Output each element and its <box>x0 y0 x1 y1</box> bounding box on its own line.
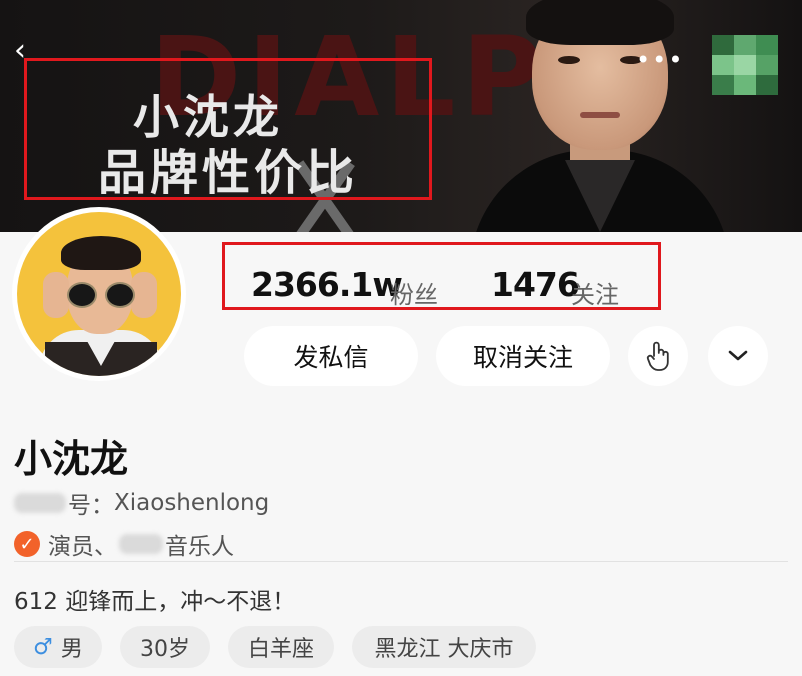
banner-portrait <box>470 0 730 232</box>
fans-count[interactable]: 2366.1w <box>251 265 403 304</box>
verified-check-icon: ✓ <box>14 531 40 557</box>
verify-right: 音乐人 <box>165 534 234 560</box>
tag-zodiac[interactable]: 白羊座 <box>228 626 334 668</box>
expand-button[interactable] <box>708 326 768 386</box>
send-message-button[interactable]: 发私信 <box>244 326 418 386</box>
stats-highlight: 2366.1w 粉丝 1476 关注 <box>222 242 661 310</box>
tag-location[interactable]: 黑龙江 大庆市 <box>352 626 536 668</box>
mosaic-icon <box>712 35 778 95</box>
fans-label[interactable]: 粉丝 <box>390 275 438 310</box>
profile-banner: DIALP ‹ ••• 小沈龙 品牌性价比 <box>0 0 802 232</box>
blurred-text <box>119 534 163 554</box>
blurred-text <box>14 493 66 513</box>
more-icon[interactable]: ••• <box>636 48 684 72</box>
male-icon: ♂ <box>33 634 53 660</box>
hand-tap-icon <box>646 341 669 371</box>
banner-title-line2: 品牌性价比 <box>97 145 358 201</box>
profile-bio: 612 迎锋而上，冲～不退！ <box>14 589 296 615</box>
avatar[interactable] <box>17 212 181 376</box>
following-label[interactable]: 关注 <box>571 275 619 310</box>
tag-gender[interactable]: ♂ 男 <box>14 626 102 668</box>
tag-age[interactable]: 30岁 <box>120 626 210 668</box>
divider <box>14 561 788 562</box>
tag-gender-label: 男 <box>60 637 83 662</box>
banner-title-highlight: 小沈龙 品牌性价比 <box>24 58 432 201</box>
id-prefix: 号： <box>68 493 114 519</box>
verification-row: ✓ 演员、 音乐人 <box>14 527 234 561</box>
verify-left: 演员、 <box>48 534 117 560</box>
id-value[interactable]: Xiaoshenlong <box>114 490 269 516</box>
chevron-down-icon <box>728 350 748 361</box>
kuaishou-id-row: 号： Xiaoshenlong <box>14 486 269 520</box>
profile-name: 小沈龙 <box>14 437 129 481</box>
poke-button[interactable] <box>628 326 688 386</box>
following-count[interactable]: 1476 <box>491 265 580 304</box>
unfollow-button[interactable]: 取消关注 <box>436 326 610 386</box>
